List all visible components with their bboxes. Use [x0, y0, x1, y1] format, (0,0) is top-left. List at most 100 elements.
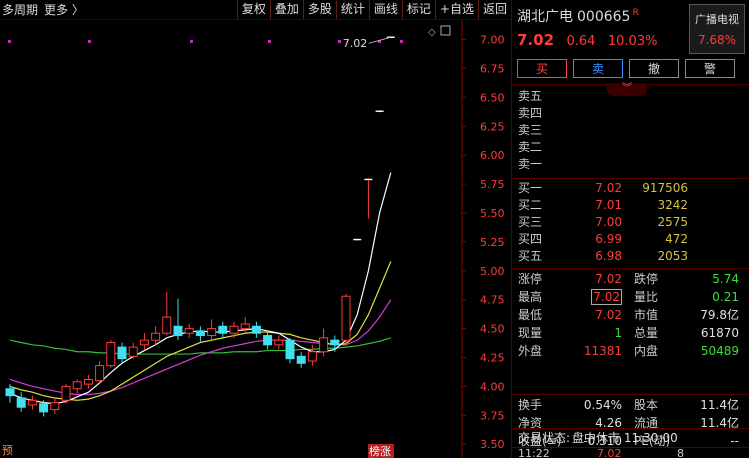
- event-marker: [268, 40, 271, 43]
- fundamental-row: 换手 0.54% 股本 11.4亿: [512, 396, 749, 414]
- stat-row: 现量 1 总量 61870: [512, 324, 749, 342]
- candle-body: [184, 328, 194, 334]
- bid-row-2[interactable]: 买二 7.01 3242: [512, 197, 749, 214]
- stat-value: 11.4亿: [700, 398, 739, 412]
- fuquan-button[interactable]: 复权: [236, 0, 270, 19]
- stat-label: 量比: [634, 290, 659, 304]
- event-marker: [190, 40, 193, 43]
- stock-title: 湖北广电 000665 R: [517, 6, 639, 26]
- event-marker: [338, 40, 341, 43]
- add-watchlist-button[interactable]: +自选: [434, 0, 478, 19]
- cancel-order-button[interactable]: 撤: [629, 59, 679, 78]
- stat-value: 7.02: [591, 289, 622, 305]
- price-axis-label: 4.25: [480, 352, 505, 365]
- stat-row: 最低 7.02 市值 79.8亿: [512, 306, 749, 324]
- trade-buttons: 买 卖 撤 警: [517, 59, 735, 78]
- stat-label: 内盘: [634, 344, 659, 358]
- ask-row-3[interactable]: 卖三: [512, 122, 749, 139]
- price-axis-label: 4.50: [480, 323, 505, 336]
- ask-row-2[interactable]: 卖四: [512, 105, 749, 122]
- stat-value: 0.21: [712, 290, 739, 304]
- candle-body: [151, 332, 161, 341]
- buy-button[interactable]: 买: [517, 59, 567, 78]
- mark-button[interactable]: 标记: [401, 0, 435, 19]
- tick-time: 11:22: [518, 448, 550, 458]
- candle-body: [128, 346, 138, 357]
- stat-label: 股本: [634, 398, 659, 412]
- ma20-line: [9, 299, 392, 396]
- stat-value: 1: [614, 326, 622, 340]
- statistics-button[interactable]: 统计: [335, 0, 369, 19]
- bid-row-4[interactable]: 买四 6.99 472: [512, 231, 749, 248]
- stat-label: 最高: [518, 290, 543, 304]
- ma5-line: [9, 172, 392, 405]
- bid-price: 7.00: [595, 215, 622, 229]
- bid-row-1[interactable]: 买一 7.02 917506: [512, 180, 749, 197]
- kline-chart[interactable]: 7.00 6.75 6.50 6.25 6.00 5.75 5.50 5.25 5.00 4.75…: [0, 20, 511, 458]
- price-axis-label: 6.75: [480, 62, 505, 75]
- period-selector[interactable]: 多周期 更多 〉: [0, 1, 84, 18]
- price-axis-label: 3.75: [480, 409, 505, 422]
- bid-volume: 3242: [657, 198, 688, 212]
- candle-body: [83, 378, 93, 385]
- quote-stats: 涨停 7.02 跌停 5.74 最高 7.02 量比 0.21 最低 7.02 市值 79.8亿 现量 1…: [512, 270, 749, 360]
- kline-chart-area[interactable]: 多周期 更多 〉 复权 叠加 多股 统计 画线 标记 +自选 返回 7.00 6.7…: [0, 0, 511, 458]
- draw-line-button[interactable]: 画线: [368, 0, 402, 19]
- candle-body: [251, 325, 261, 334]
- more-button[interactable]: 更多 〉: [44, 3, 84, 17]
- bid-volume: 2053: [657, 249, 688, 263]
- stat-value: 50489: [700, 344, 739, 358]
- stat-row: 外盘 11381 内盘 50489: [512, 342, 749, 360]
- candle-body: [16, 397, 26, 408]
- bid-price: 7.01: [595, 198, 622, 212]
- overlay-button[interactable]: 叠加: [269, 0, 303, 19]
- candle-body: [195, 330, 205, 337]
- diamond-icon: ◇: [428, 27, 436, 38]
- stat-label: 市值: [634, 308, 659, 322]
- candle-body: [307, 351, 317, 362]
- candle-body: [218, 325, 228, 334]
- bid-volume: 917506: [642, 181, 688, 195]
- trade-status-label: 交易状态:: [518, 431, 571, 445]
- price-axis-label: 6.00: [480, 149, 505, 162]
- back-button[interactable]: 返回: [477, 0, 511, 19]
- ask-row-4[interactable]: 卖二: [512, 139, 749, 156]
- candle-body: [72, 381, 82, 390]
- stat-value: 0.54%: [583, 398, 622, 412]
- sell-button[interactable]: 卖: [573, 59, 623, 78]
- ask-row-5[interactable]: 卖一: [512, 156, 749, 173]
- stat-label: 涨停: [518, 272, 543, 286]
- stock-name: 湖北广电: [517, 9, 573, 25]
- tick-row: 11:22 7.02 8: [512, 448, 749, 458]
- last-price-label: 7.02: [343, 37, 368, 50]
- ask-label: 卖四: [518, 106, 543, 120]
- stat-value: 61870: [700, 326, 739, 340]
- period-label[interactable]: 多周期: [2, 3, 38, 17]
- event-marker: [88, 40, 91, 43]
- candle-body: [106, 341, 116, 367]
- stat-label: 总量: [634, 326, 659, 340]
- sector-box[interactable]: 广播电视 7.68%: [689, 4, 745, 54]
- stat-label: 最低: [518, 308, 543, 322]
- tag-pre: 预: [2, 444, 13, 457]
- candle-body: [263, 335, 273, 346]
- candle-body: [162, 316, 172, 334]
- trade-status: 交易状态: 盘中休市 11:30:00: [512, 429, 749, 447]
- alert-button[interactable]: 警: [685, 59, 735, 78]
- ask-label: 卖三: [518, 123, 543, 137]
- candle-body: [95, 365, 105, 382]
- multi-stock-button[interactable]: 多股: [302, 0, 336, 19]
- stat-value: 7.02: [595, 308, 622, 322]
- price-change: 0.64: [566, 34, 596, 49]
- ask-row-1[interactable]: 卖五: [512, 88, 749, 105]
- bid-row-3[interactable]: 买三 7.00 2575: [512, 214, 749, 231]
- price-axis-label: 5.25: [480, 236, 505, 249]
- candle-body: [117, 346, 127, 360]
- ask-label: 卖五: [518, 89, 543, 103]
- price-axis-label: 4.00: [480, 380, 505, 393]
- bid-row-5[interactable]: 买五 6.98 2053: [512, 248, 749, 265]
- candle-body: [285, 339, 295, 360]
- stat-label: 跌停: [634, 272, 659, 286]
- price-axis-label: 4.75: [480, 294, 505, 307]
- candle-body: [139, 339, 149, 346]
